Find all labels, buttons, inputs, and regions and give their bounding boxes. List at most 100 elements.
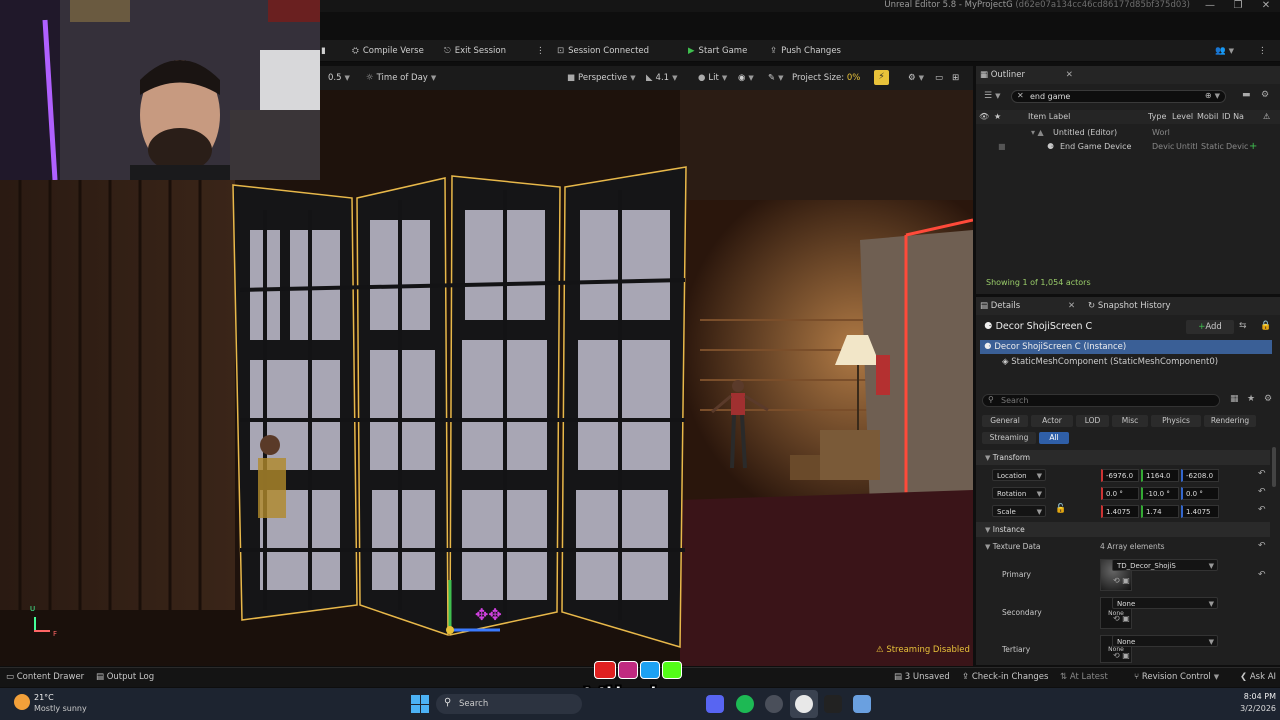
fortnite-icon[interactable] bbox=[853, 695, 871, 713]
push-changes-button[interactable]: ⇪ Push Changes bbox=[770, 43, 841, 59]
minimize-button[interactable]: — bbox=[1196, 0, 1224, 11]
maximize-button[interactable]: ❐ bbox=[1224, 0, 1252, 11]
chrome-icon[interactable] bbox=[765, 695, 783, 713]
rotation-mode-dropdown[interactable]: Rotation ▼ bbox=[992, 487, 1046, 499]
more-options-icon[interactable]: ⋮ bbox=[536, 43, 545, 59]
lit-dropdown[interactable]: ● Lit ▼ bbox=[698, 71, 727, 85]
scale-z-field[interactable]: 1.4075 bbox=[1181, 505, 1219, 518]
weather-icon[interactable] bbox=[14, 694, 30, 710]
tertiary-browse-icon[interactable]: ⟲ ▣ bbox=[1113, 651, 1130, 660]
weather-temp[interactable]: 21°C bbox=[34, 693, 54, 702]
favorite-star-icon[interactable]: ★ bbox=[1247, 394, 1255, 404]
instance-category[interactable]: ▼ Instance bbox=[976, 522, 1270, 537]
show-dropdown[interactable]: ◉ ▼ bbox=[738, 71, 754, 85]
content-drawer-button[interactable]: ▭ Content Drawer bbox=[6, 672, 84, 682]
time-of-day-dropdown[interactable]: ☼ Time of Day ▼ bbox=[366, 71, 436, 85]
weather-desc[interactable]: Mostly sunny bbox=[34, 704, 87, 713]
close-details-icon[interactable]: ✕ bbox=[1068, 297, 1075, 315]
expand-icon[interactable]: ▾ ▲ bbox=[1031, 126, 1044, 139]
close-tab-icon[interactable]: ✕ bbox=[1066, 70, 1073, 80]
reset-primary-icon[interactable]: ↶ bbox=[1258, 570, 1266, 580]
outliner-row-device[interactable]: ■ ⚈ End Game Device Devic Untitl Static … bbox=[976, 140, 1280, 153]
details-settings-icon[interactable]: ⚙ bbox=[1264, 394, 1272, 404]
snap-toggle-icon[interactable]: ⚡ bbox=[874, 70, 889, 85]
scale-x-field[interactable]: 1.4075 bbox=[1101, 505, 1139, 518]
clock-time[interactable]: 8:04 PM bbox=[1238, 692, 1276, 701]
location-z-field[interactable]: -6208.0 bbox=[1181, 469, 1219, 482]
tertiary-asset-dropdown[interactable]: None ▼ bbox=[1112, 635, 1218, 647]
add-green-icon[interactable]: + bbox=[1249, 140, 1257, 153]
location-x-field[interactable]: -6976.0 bbox=[1101, 469, 1139, 482]
reset-scale-icon[interactable]: ↶ bbox=[1258, 505, 1266, 515]
filter-rendering[interactable]: Rendering bbox=[1204, 415, 1256, 427]
users-icon[interactable]: 👥 ▼ bbox=[1215, 43, 1234, 59]
outliner-tab[interactable]: ▦ Outliner ✕ bbox=[976, 66, 1280, 84]
star-icon[interactable]: ★ bbox=[994, 110, 1001, 124]
details-tab[interactable]: ▤ Details bbox=[980, 301, 1020, 311]
filter-lod[interactable]: LOD bbox=[1076, 415, 1109, 427]
table-view-icon[interactable]: ▦ bbox=[1230, 394, 1239, 404]
rotation-x-field[interactable]: 0.0 ° bbox=[1101, 487, 1139, 500]
filter-dropdown[interactable]: ✎ ▼ bbox=[768, 71, 784, 85]
at-latest-indicator[interactable]: ⇅ At Latest bbox=[1060, 672, 1108, 682]
filter-misc[interactable]: Misc bbox=[1112, 415, 1148, 427]
perspective-dropdown[interactable]: ■ Perspective ▼ bbox=[567, 71, 636, 85]
texture-data-row[interactable]: ▼ Texture Data bbox=[982, 542, 1041, 551]
filter-streaming[interactable]: Streaming bbox=[982, 432, 1036, 444]
primary-asset-dropdown[interactable]: TD_Decor_ShojiS ▼ bbox=[1112, 559, 1218, 571]
filter-physics[interactable]: Physics bbox=[1151, 415, 1201, 427]
primary-browse-icon[interactable]: ⟲ ▣ bbox=[1113, 576, 1130, 585]
rotation-y-field[interactable]: -10.0 ° bbox=[1141, 487, 1179, 500]
unsaved-button[interactable]: ▤ 3 Unsaved bbox=[894, 672, 950, 682]
session-connected-button[interactable]: ⊡ Session Connected bbox=[557, 43, 649, 59]
filter-icon[interactable]: ☰ ▼ bbox=[984, 91, 1000, 101]
start-button-icon[interactable] bbox=[411, 695, 429, 713]
kebab-menu-icon[interactable]: ⋮ bbox=[1258, 43, 1267, 59]
outliner-search-input[interactable]: ✕ end game ⊕ ▼ bbox=[1011, 90, 1226, 103]
rotation-z-field[interactable]: 0.0 ° bbox=[1181, 487, 1219, 500]
secondary-browse-icon[interactable]: ⟲ ▣ bbox=[1113, 614, 1130, 623]
location-y-field[interactable]: 1164.0 bbox=[1141, 469, 1179, 482]
checkin-button[interactable]: ⇪ Check-in Changes bbox=[962, 672, 1048, 682]
clock-date[interactable]: 3/2/2026 bbox=[1230, 704, 1276, 713]
grid-layout-icon[interactable]: ⊞ bbox=[952, 71, 959, 85]
scale-mode-dropdown[interactable]: Scale ▼ bbox=[992, 505, 1046, 517]
reset-location-icon[interactable]: ↶ bbox=[1258, 469, 1266, 479]
filter-actor[interactable]: Actor bbox=[1031, 415, 1073, 427]
camera-speed-dropdown[interactable]: 0.5 ▼ bbox=[328, 71, 350, 85]
start-game-button[interactable]: ▶ Start Game bbox=[688, 43, 747, 59]
folder-icon[interactable]: ▬ bbox=[1242, 90, 1251, 100]
filter-all[interactable]: All bbox=[1039, 432, 1069, 444]
layout-icon[interactable]: ▭ bbox=[935, 71, 943, 85]
scale-lock-icon[interactable]: 🔓 bbox=[1055, 504, 1066, 514]
settings-icon[interactable]: ⚙ bbox=[1261, 90, 1269, 100]
gear-icon[interactable]: ⚙ ▼ bbox=[908, 71, 924, 85]
add-component-button[interactable]: +Add bbox=[1186, 320, 1234, 334]
transform-category[interactable]: ▼ Transform bbox=[976, 450, 1270, 465]
blueprint-icon[interactable]: ⇆ bbox=[1239, 321, 1247, 331]
details-scrollbar[interactable] bbox=[1272, 447, 1276, 487]
location-mode-dropdown[interactable]: Location ▼ bbox=[992, 469, 1046, 481]
output-log-button[interactable]: ▤ Output Log bbox=[96, 672, 154, 682]
discord-icon[interactable] bbox=[706, 695, 724, 713]
lock-icon[interactable]: 🔒 bbox=[1260, 321, 1271, 331]
snapshot-history-tab[interactable]: ↻ Snapshot History bbox=[1088, 297, 1171, 315]
fov-dropdown[interactable]: ◣ 4.1 ▼ bbox=[646, 71, 677, 85]
component-row[interactable]: ◈ StaticMeshComponent (StaticMeshCompone… bbox=[1002, 357, 1218, 367]
reset-texture-icon[interactable]: ↶ bbox=[1258, 541, 1266, 551]
epic-icon[interactable] bbox=[824, 695, 842, 713]
outliner-row-world[interactable]: ▾ ▲ Untitled (Editor) Worl bbox=[976, 126, 1280, 139]
visibility-icon[interactable]: 👁 bbox=[979, 110, 989, 124]
scale-y-field[interactable]: 1.74 bbox=[1141, 505, 1179, 518]
add-icon[interactable]: ⊕ ▼ bbox=[1205, 91, 1220, 100]
exit-session-button[interactable]: ⎋ Exit Session bbox=[444, 43, 506, 59]
ask-ai-button[interactable]: ❮ Ask AI bbox=[1240, 672, 1276, 682]
spotify-icon[interactable] bbox=[736, 695, 754, 713]
instance-row[interactable]: ⚈ Decor ShojiScreen C (Instance) bbox=[980, 340, 1272, 354]
compile-verse-button[interactable]: ⛭ Compile Verse bbox=[352, 43, 424, 59]
close-button[interactable]: ✕ bbox=[1252, 0, 1280, 11]
details-search-input[interactable]: ⚲ Search bbox=[982, 394, 1220, 407]
reset-rotation-icon[interactable]: ↶ bbox=[1258, 487, 1266, 497]
unreal-icon[interactable] bbox=[795, 695, 813, 713]
row-vis-icon[interactable]: ■ bbox=[998, 140, 1006, 153]
